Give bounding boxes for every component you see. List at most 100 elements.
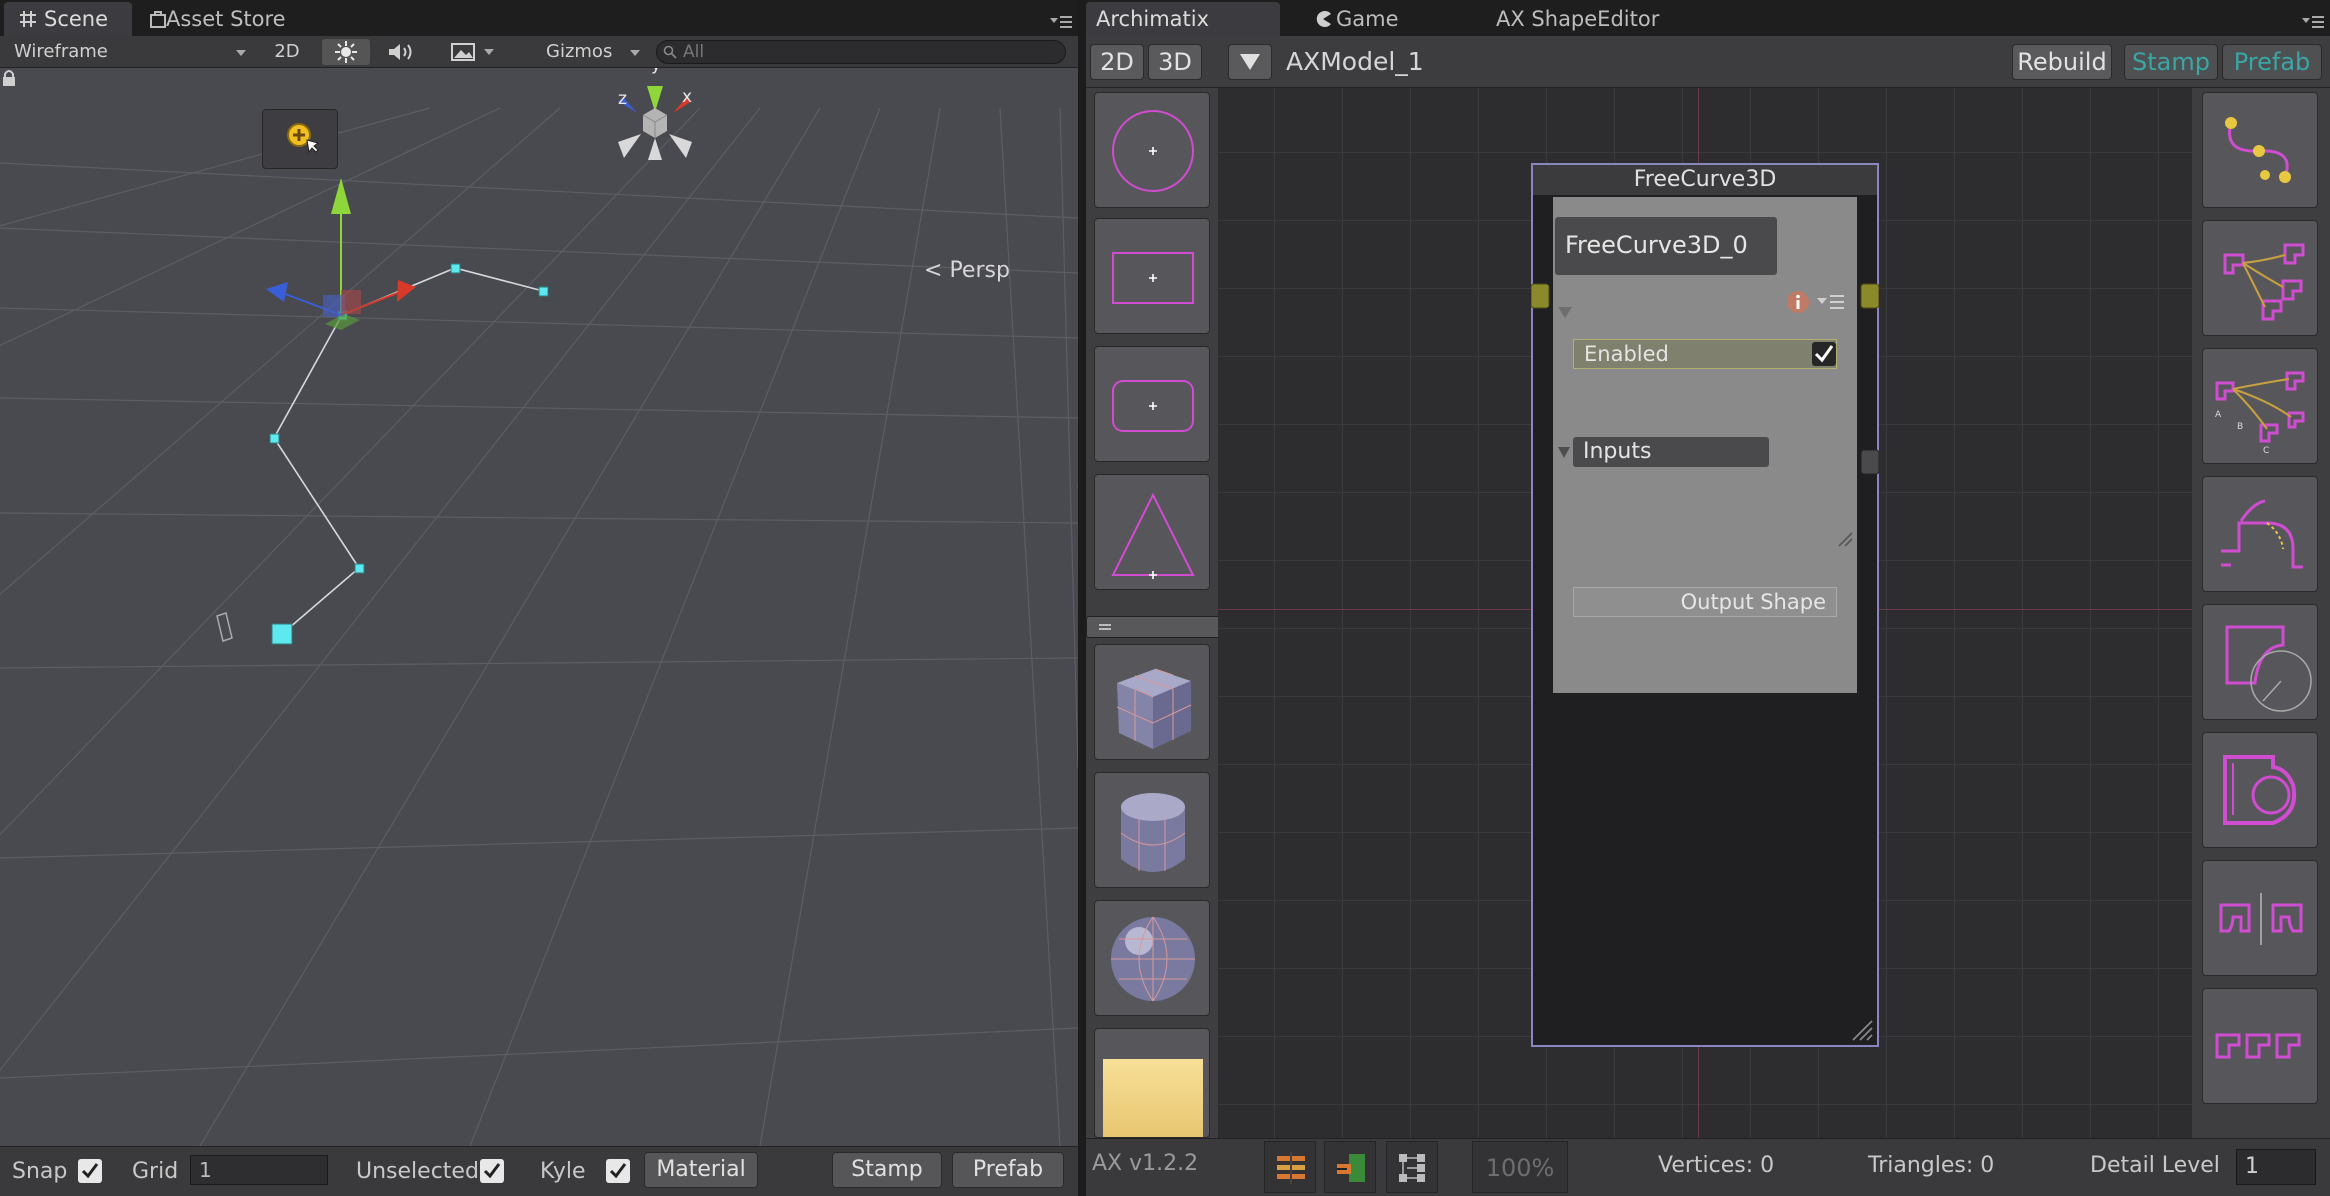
panel-menu-icon[interactable] — [1050, 14, 1072, 30]
view-2d-button[interactable]: 2D — [1090, 44, 1144, 80]
render-mode-label: Wireframe — [14, 41, 108, 62]
tab-archimatix[interactable]: Archimatix — [1086, 2, 1280, 36]
toggle-2d-button[interactable]: 2D — [262, 39, 312, 65]
tab-scene[interactable]: Scene — [4, 2, 132, 36]
chevron-down-icon — [630, 50, 640, 56]
stamp-button[interactable]: Stamp — [832, 1152, 942, 1188]
node-menu-icon[interactable] — [1817, 293, 1845, 311]
enabled-toggle-row[interactable]: Enabled — [1573, 339, 1837, 369]
node-graph-canvas[interactable]: FreeCurve3D FreeCurve3D_0 Enabled Inputs… — [1218, 88, 2278, 1138]
splitter-grip-icon — [1099, 624, 1111, 630]
scene-tab-bar: Scene Asset Store — [0, 0, 1078, 36]
repeat-shape-tool-item[interactable] — [2202, 988, 2318, 1104]
sphere-mesh-icon — [1111, 916, 1195, 1002]
shape-merger-tool-item[interactable] — [2202, 220, 2318, 336]
rebuild-button[interactable]: Rebuild — [2012, 44, 2112, 80]
image-effects-icon — [451, 43, 475, 61]
tab-asset-store[interactable]: Asset Store — [134, 2, 314, 36]
output-shape-row[interactable]: Output Shape — [1573, 587, 1837, 617]
editor-status-bar: AX v1.2.2 100% Vertices: 0 Triangles: 0 … — [1086, 1138, 2330, 1196]
cylinder-mesh-item[interactable] — [1094, 772, 1210, 888]
vertices-count: Vertices: 0 — [1658, 1153, 1775, 1178]
shape-distributor-tool-item[interactable]: A B C — [2202, 348, 2318, 464]
close-all-button[interactable] — [1324, 1141, 1376, 1193]
organize-graph-button[interactable] — [1386, 1141, 1438, 1193]
panel-menu-icon[interactable] — [2302, 14, 2324, 30]
lock-icon[interactable] — [0, 68, 18, 88]
kyle-checkbox[interactable] — [606, 1159, 630, 1183]
model-name: AXModel_1 — [1286, 47, 1424, 76]
triangle-shape-item[interactable] — [1094, 474, 1210, 590]
library-splitter[interactable] — [1086, 616, 1226, 638]
stack-view-button[interactable] — [1264, 1141, 1316, 1193]
audio-toggle[interactable] — [380, 39, 422, 65]
sun-icon — [335, 41, 357, 63]
search-icon — [663, 45, 677, 59]
gizmos-dropdown[interactable]: Gizmos — [546, 40, 642, 64]
view-3d-button[interactable]: 3D — [1148, 44, 1202, 80]
combine-shapes-tool-icon — [2223, 755, 2296, 825]
enabled-checkbox[interactable] — [1812, 342, 1836, 366]
combine-shapes-tool-item[interactable] — [2202, 732, 2318, 848]
material-swatch-item[interactable] — [1094, 1028, 1210, 1138]
move-gizmo[interactable] — [266, 178, 416, 330]
tab-ax-shapeeditor[interactable]: AX ShapeEditor — [1486, 2, 1726, 36]
detail-level-label: Detail Level — [2090, 1153, 2220, 1178]
scene-viewport[interactable]: y x z < Persp — [0, 68, 1078, 1146]
output-shape-port-icon[interactable] — [1859, 449, 1879, 475]
prefab-button[interactable]: Prefab — [952, 1152, 1064, 1188]
grid-size-field[interactable]: 1 — [190, 1155, 328, 1185]
node-resize-handle-icon[interactable] — [1851, 1019, 1873, 1041]
offset-curve-tool-item[interactable] — [2202, 476, 2318, 592]
material-button[interactable]: Material — [644, 1152, 758, 1188]
info-icon[interactable] — [1785, 289, 1811, 315]
freecurve-tool-item[interactable] — [2202, 92, 2318, 208]
circle-shape-icon — [1112, 110, 1194, 192]
inputs-foldout[interactable]: Inputs — [1573, 437, 1769, 467]
scene-search-input[interactable]: All — [656, 40, 1066, 64]
checkmark-icon — [1814, 345, 1834, 363]
orientation-gizmo[interactable]: y x z — [618, 68, 692, 160]
triangle-shape-icon — [1111, 492, 1195, 579]
prefab-toolbar-button[interactable]: Prefab — [2222, 44, 2322, 80]
zoom-percent[interactable]: 100% — [1472, 1141, 1568, 1193]
mirror-shape-tool-item[interactable] — [2202, 860, 2318, 976]
freecurve-tool-icon — [2225, 117, 2291, 183]
zoom-tool-button[interactable] — [262, 109, 338, 169]
rounded-rectangle-shape-item[interactable] — [1094, 346, 1210, 462]
render-mode-dropdown[interactable]: Wireframe — [14, 40, 250, 64]
unselected-checkbox[interactable] — [480, 1159, 504, 1183]
grid-label: Grid — [132, 1159, 179, 1184]
scene-bottom-bar: Snap Grid 1 Unselected Kyle Material Sta… — [0, 1146, 1078, 1196]
gizmo-y-label: y — [651, 68, 661, 75]
rectangle-shape-item[interactable] — [1094, 218, 1210, 334]
rounded-rectangle-shape-icon — [1112, 380, 1194, 432]
input-port-icon[interactable] — [1531, 283, 1551, 309]
projection-toggle[interactable]: < Persp — [924, 258, 1010, 283]
snap-checkbox[interactable] — [78, 1159, 102, 1183]
lighting-toggle[interactable] — [322, 39, 370, 65]
effects-dropdown[interactable] — [432, 39, 496, 65]
node-name-field[interactable]: FreeCurve3D_0 — [1555, 217, 1777, 275]
sphere-mesh-item[interactable] — [1094, 900, 1210, 1016]
window-divider[interactable] — [1078, 0, 1086, 1196]
circle-shape-item[interactable] — [1094, 92, 1210, 208]
chevron-down-icon — [236, 50, 246, 56]
collapse-arrow-icon[interactable] — [1557, 305, 1573, 319]
resize-handle-icon[interactable] — [1837, 531, 1853, 547]
model-dropdown-button[interactable] — [1228, 44, 1272, 80]
editor-tab-bar: Archimatix Game AX ShapeEditor — [1086, 0, 2330, 36]
checkmark-icon — [609, 1163, 627, 1179]
circle-corner-tool-item[interactable] — [2202, 604, 2318, 720]
inputs-expand-arrow-icon[interactable] — [1557, 445, 1571, 459]
freecurve3d-node[interactable]: FreeCurve3D FreeCurve3D_0 Enabled Inputs… — [1531, 163, 1879, 1047]
detail-level-field[interactable]: 1 — [2236, 1149, 2316, 1185]
output-port-icon[interactable] — [1859, 283, 1879, 309]
snap-label: Snap — [12, 1159, 68, 1184]
node-title[interactable]: FreeCurve3D — [1533, 165, 1877, 195]
search-placeholder: All — [683, 42, 705, 62]
curve-handles[interactable] — [269, 263, 549, 645]
cube-mesh-item[interactable] — [1094, 644, 1210, 760]
stamp-toolbar-button[interactable]: Stamp — [2124, 44, 2218, 80]
tab-game[interactable]: Game — [1298, 2, 1448, 36]
